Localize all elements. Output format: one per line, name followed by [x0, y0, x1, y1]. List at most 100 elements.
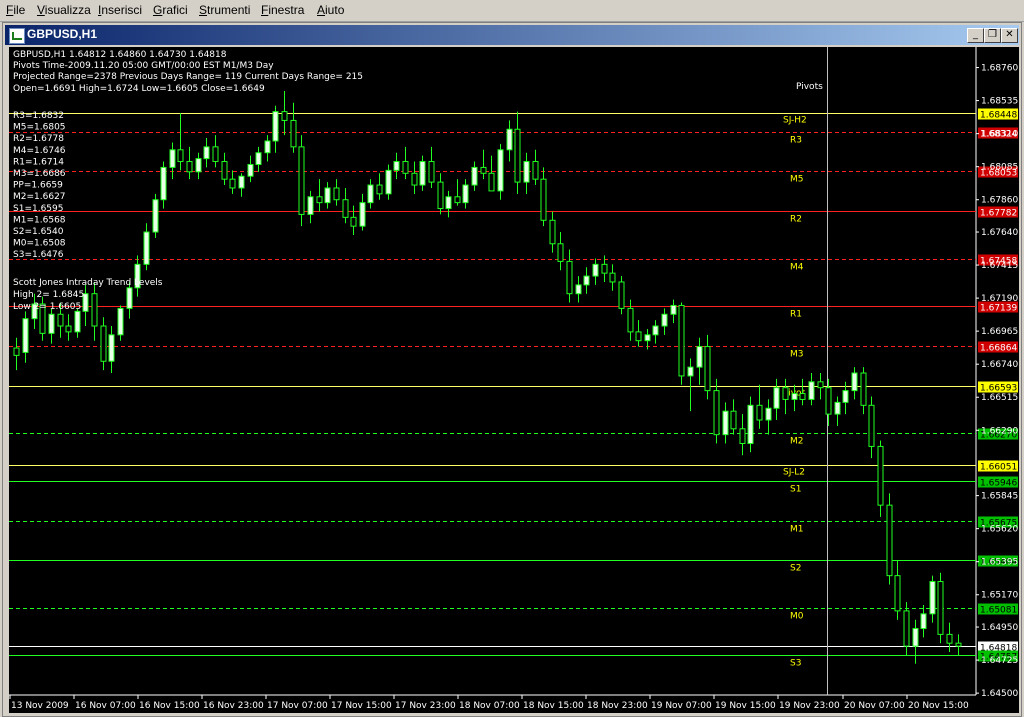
bull-candle — [791, 393, 798, 400]
bear-candle — [877, 445, 884, 506]
bull-candle — [367, 184, 374, 204]
price-axis-label: 1.67640 — [981, 228, 1018, 238]
price-axis-label: 1.66740 — [981, 360, 1018, 370]
menu-visualizza[interactable]: Visualizza — [37, 3, 91, 17]
bull-candle — [117, 307, 124, 336]
bull-candle — [644, 334, 651, 342]
restore-button[interactable]: ❐ — [984, 28, 1001, 43]
bull-candle — [747, 404, 754, 444]
time-axis-label: 16 Nov 07:00 — [75, 701, 136, 711]
bear-candle — [532, 161, 539, 180]
bear-candle — [868, 404, 875, 447]
bull-candle — [126, 287, 133, 309]
bear-candle — [894, 575, 901, 612]
level-label-m1: M1 — [790, 525, 804, 535]
bull-candle — [48, 313, 55, 334]
price-axis-label: 1.67860 — [981, 196, 1018, 206]
bull-candle — [255, 152, 262, 165]
bear-candle — [601, 263, 608, 274]
price-axis-label: 1.66965 — [981, 327, 1018, 337]
bull-candle — [575, 284, 582, 295]
close-button[interactable]: ✕ — [1001, 28, 1018, 43]
bear-candle — [540, 178, 547, 221]
price-axis-label: 1.68085 — [981, 163, 1018, 173]
bear-candle — [212, 146, 219, 163]
bear-candle — [298, 146, 305, 215]
time-axis-label: 17 Nov 23:00 — [395, 701, 456, 711]
bull-candle — [445, 196, 452, 210]
trend-high: High 2= 1.6845 — [13, 290, 84, 300]
window-title: GBPUSD,H1 — [27, 27, 98, 41]
bull-candle — [506, 128, 513, 151]
bear-candle — [65, 325, 72, 333]
bear-candle — [91, 293, 98, 327]
bear-candle — [566, 260, 573, 295]
chart-icon — [9, 28, 25, 44]
price-chart[interactable]: SJ-H2 1.68448 R3 1.68324 M5 1.68053 R2 1.67782 M… — [9, 47, 1019, 713]
level-label-m2: M2 — [790, 437, 804, 447]
bear-candle — [177, 149, 184, 163]
bear-candle — [782, 387, 789, 400]
bear-candle — [678, 304, 685, 377]
bull-candle — [583, 275, 590, 286]
window-titlebar[interactable]: GBPUSD,H1 _ ❐ ✕ — [5, 25, 1019, 45]
price-tag-text-r2: 1.67782 — [980, 209, 1017, 219]
time-axis-label: 16 Nov 15:00 — [139, 701, 200, 711]
bear-candle — [402, 161, 409, 174]
info-line4: Open=1.6691 High=1.6724 Low=1.6605 Close… — [13, 84, 265, 94]
bull-candle — [238, 175, 245, 189]
menu-inserisci[interactable]: Inserisci — [98, 3, 142, 17]
menu-strumenti[interactable]: Strumenti — [199, 3, 250, 17]
bear-candle — [704, 346, 711, 392]
level-label-r3: R3 — [790, 136, 802, 146]
level-label-r2: R2 — [790, 215, 802, 225]
bull-candle — [696, 346, 703, 368]
level-label-m3: M3 — [790, 350, 804, 360]
menu-finestra[interactable]: Finestra — [261, 3, 304, 17]
price-tag-text-sj-l2: 1.66051 — [980, 463, 1017, 473]
bull-candle — [661, 313, 668, 327]
price-axis-label: 1.66515 — [981, 393, 1018, 403]
bear-candle — [557, 243, 564, 262]
bear-candle — [903, 610, 910, 647]
minimize-button[interactable]: _ — [967, 28, 984, 43]
time-axis-label: 19 Nov 07:00 — [651, 701, 712, 711]
price-tag-text-s1: 1.65946 — [980, 479, 1017, 489]
bear-candle — [817, 381, 824, 389]
info-level: M2=1.6627 — [13, 192, 66, 202]
info-level: M3=1.6686 — [13, 169, 66, 179]
price-axis-label: 1.65620 — [981, 525, 1018, 535]
time-axis-label: 19 Nov 15:00 — [715, 701, 776, 711]
info-level: S1=1.6595 — [13, 204, 63, 214]
price-tag-text-sj-h2: 1.68448 — [980, 111, 1017, 121]
level-label-sj-l2: SJ-L2 — [783, 468, 805, 478]
menu-file[interactable]: File — [6, 3, 25, 17]
bull-candle — [108, 334, 115, 362]
menu-grafici[interactable]: Grafici — [153, 3, 188, 17]
bear-candle — [739, 428, 746, 444]
time-axis-label: 16 Nov 23:00 — [203, 701, 264, 711]
bull-candle — [324, 187, 331, 204]
price-axis-label: 1.66290 — [981, 426, 1018, 436]
bear-candle — [454, 196, 461, 204]
info-line2: Pivots Time-2009.11.20 05:00 GMT/00:00 E… — [13, 61, 274, 71]
bull-candle — [272, 111, 279, 142]
info-level: S3=1.6476 — [13, 250, 64, 260]
bear-candle — [437, 181, 444, 210]
time-axis-label: 13 Nov 2009 — [11, 701, 69, 711]
bull-candle — [773, 387, 780, 409]
info-level: M4=1.6746 — [13, 146, 66, 156]
bear-candle — [756, 404, 763, 421]
chart-canvas[interactable]: SJ-H2 1.68448R31.68324M51.68053R21.67782M… — [9, 47, 1019, 713]
bull-candle — [22, 318, 29, 353]
bear-candle — [886, 504, 893, 577]
menu-aiuto[interactable]: Aiuto — [317, 3, 344, 17]
bear-candle — [290, 119, 297, 148]
time-axis-label: 17 Nov 07:00 — [267, 701, 328, 711]
bull-candle — [929, 581, 936, 615]
price-axis-label: 1.68760 — [981, 64, 1018, 74]
pivots-label: Pivots — [796, 82, 823, 92]
info-level: R2=1.6778 — [13, 134, 64, 144]
bear-candle — [627, 307, 634, 333]
price-axis-label: 1.65395 — [981, 558, 1018, 568]
